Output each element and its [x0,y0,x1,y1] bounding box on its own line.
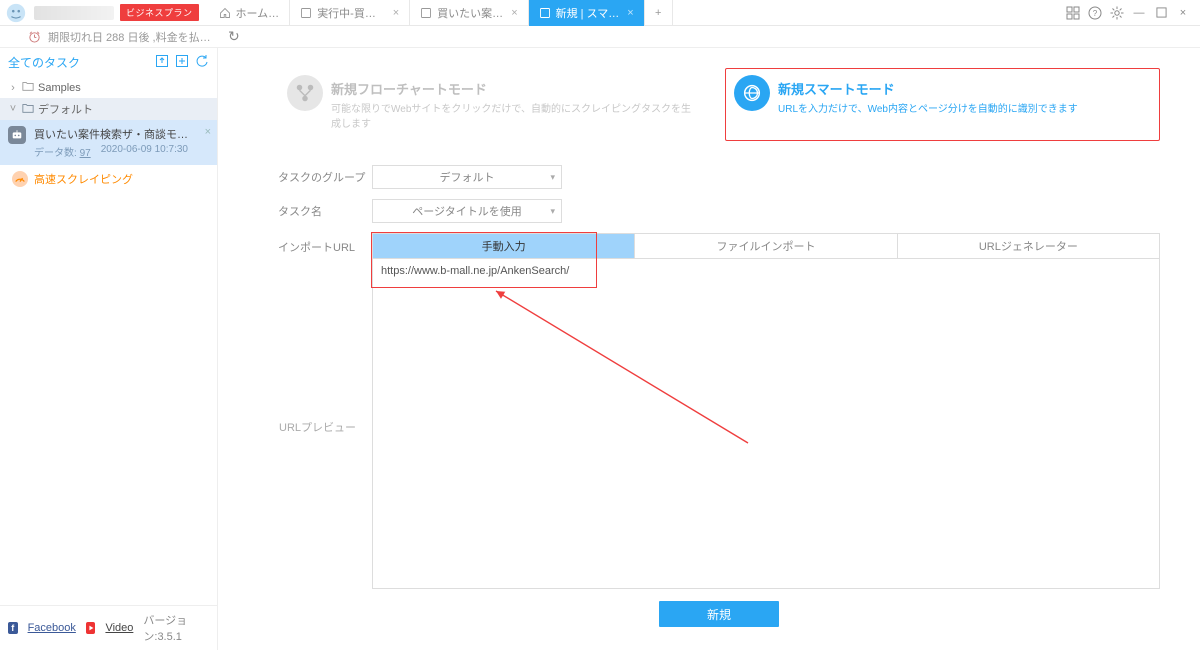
toolbar: ↻ [218,26,1200,47]
mode-desc: 可能な限りでWebサイトをクリックだけで、自動的にスクレイピングタスクを生成しま… [331,100,700,130]
tab-label: 実行中-買い… [317,5,385,21]
clock-icon [28,30,41,46]
tab-add[interactable]: + [645,0,673,26]
import-block: 手動入力 ファイルインポート URLジェネレーター URLプレビュー [278,233,1160,589]
task-title: 買いたい案件検索ザ・商談モールスクレイ… [34,126,194,142]
gear-icon[interactable] [1110,6,1124,20]
url-box: URLプレビュー [372,259,1160,589]
task-meta: データ数: 97 2020-06-09 10:7:30 [34,144,209,159]
facebook-link[interactable]: Facebook [28,622,76,634]
data-count-label: データ数: [34,148,77,159]
close-icon[interactable]: × [1176,6,1190,20]
youtube-icon[interactable] [86,622,96,634]
task-timestamp: 2020-06-09 10:7:30 [101,144,188,159]
name-value: ページタイトルを使用 [412,203,522,219]
close-icon[interactable]: × [511,7,517,19]
fast-scraping-label: 高速スクレイピング [34,171,133,187]
tab-wanted[interactable]: 買いたい案… × [410,0,528,26]
export-icon[interactable] [155,54,169,71]
window-controls: ? — × [1066,6,1196,20]
folder-icon [22,102,34,117]
create-button[interactable]: 新規 [659,601,779,627]
sidebar: 全てのタスク Samples デフォルト 買いたい案件検索ザ・商談モールスクレイ… [0,48,218,650]
tab-running[interactable]: 実行中-買い… × [290,0,410,26]
mode-row: 新規フローチャートモード 可能な限りでWebサイトをクリックだけで、自動的にスク… [278,68,1160,141]
tree-samples[interactable]: Samples [0,77,217,98]
version: バージョン:3.5.1 [143,612,209,644]
video-link[interactable]: Video [105,622,133,634]
minimize-icon[interactable]: — [1132,6,1146,20]
smart-icon [734,75,770,111]
new-task-icon[interactable] [175,54,189,71]
account-name-blurred [34,6,114,20]
svg-text:?: ? [1093,9,1098,18]
row-group: タスクのグループ デフォルト [278,165,1160,189]
plan-badge: ビジネスプラン [120,4,199,21]
sidebar-tree: Samples デフォルト 買いたい案件検索ザ・商談モールスクレイ… データ数:… [0,77,217,193]
task-icon [420,7,432,19]
sidebar-footer: f Facebook Video バージョン:3.5.1 [0,605,217,650]
expiry-bar[interactable]: 期限切れ日 288 日後 ,料金を払うに行く >> [0,26,218,47]
speedometer-icon [12,171,28,187]
close-icon[interactable]: × [627,7,633,19]
close-icon[interactable]: × [205,126,211,138]
maximize-icon[interactable] [1154,6,1168,20]
group-label: タスクのグループ [278,169,368,185]
refresh-icon[interactable] [195,54,209,71]
task-card[interactable]: 買いたい案件検索ザ・商談モールスクレイ… データ数: 97 2020-06-09… [0,120,217,165]
mode-desc: URLを入力だけで、Web内容とページ分けを自動的に識別できます [778,100,1147,115]
task-icon [539,7,551,19]
task-icon [300,7,312,19]
tab-strip: ホーム… 実行中-買い… × 買いたい案… × 新規 | スマ… × + [209,0,1066,26]
tab-label: ホーム… [236,5,280,21]
tab-label: 買いたい案… [437,5,503,21]
sidebar-header: 全てのタスク [0,48,217,77]
close-icon[interactable]: × [393,7,399,19]
robot-icon [8,126,26,144]
name-select[interactable]: ページタイトルを使用 [372,199,562,223]
facebook-icon[interactable]: f [8,622,18,634]
group-select[interactable]: デフォルト [372,165,562,189]
home-icon [219,7,231,19]
url-preview-label: URLプレビュー [279,419,369,435]
content: 新規フローチャートモード 可能な限りでWebサイトをクリックだけで、自動的にスク… [218,48,1200,650]
import-tab-file[interactable]: ファイルインポート [635,234,897,258]
import-tabs: 手動入力 ファイルインポート URLジェネレーター [372,233,1160,259]
folder-icon [22,80,34,95]
all-tasks-link[interactable]: 全てのタスク [8,54,80,71]
mode-flowchart[interactable]: 新規フローチャートモード 可能な限りでWebサイトをクリックだけで、自動的にスク… [278,68,713,141]
titlebar: ビジネスプラン ホーム… 実行中-買い… × 買いたい案… × 新規 | スマ…… [0,0,1200,26]
main: 全てのタスク Samples デフォルト 買いたい案件検索ザ・商談モールスクレイ… [0,48,1200,650]
tab-label: 新規 | スマ… [556,5,620,21]
row-name: タスク名 ページタイトルを使用 [278,199,1160,223]
help-icon[interactable]: ? [1088,6,1102,20]
mode-smart[interactable]: 新規スマートモード URLを入力だけで、Web内容とページ分けを自動的に識別でき… [725,68,1160,141]
mode-title: 新規スマートモード [778,79,1147,98]
import-tab-manual[interactable]: 手動入力 [373,234,635,258]
url-input[interactable] [373,259,1159,283]
tab-home[interactable]: ホーム… [209,0,291,26]
tree-default[interactable]: デフォルト [0,98,217,120]
fast-scraping[interactable]: 高速スクレイピング [0,165,217,193]
tree-label: デフォルト [38,101,93,117]
name-label: タスク名 [278,203,368,219]
tree-label: Samples [38,82,81,94]
app-logo [4,1,28,25]
tab-new-smart[interactable]: 新規 | スマ… × [529,0,645,26]
plus-icon: + [655,7,661,19]
reload-icon[interactable]: ↻ [228,28,240,45]
expiry-text: 期限切れ日 288 日後 ,料金を払うに行く >> [48,29,216,45]
import-tab-generator[interactable]: URLジェネレーター [898,234,1159,258]
group-value: デフォルト [440,169,495,185]
grid-icon[interactable] [1066,6,1080,20]
mode-title: 新規フローチャートモード [331,79,700,98]
data-count[interactable]: 97 [80,148,91,159]
flowchart-icon [287,75,323,111]
